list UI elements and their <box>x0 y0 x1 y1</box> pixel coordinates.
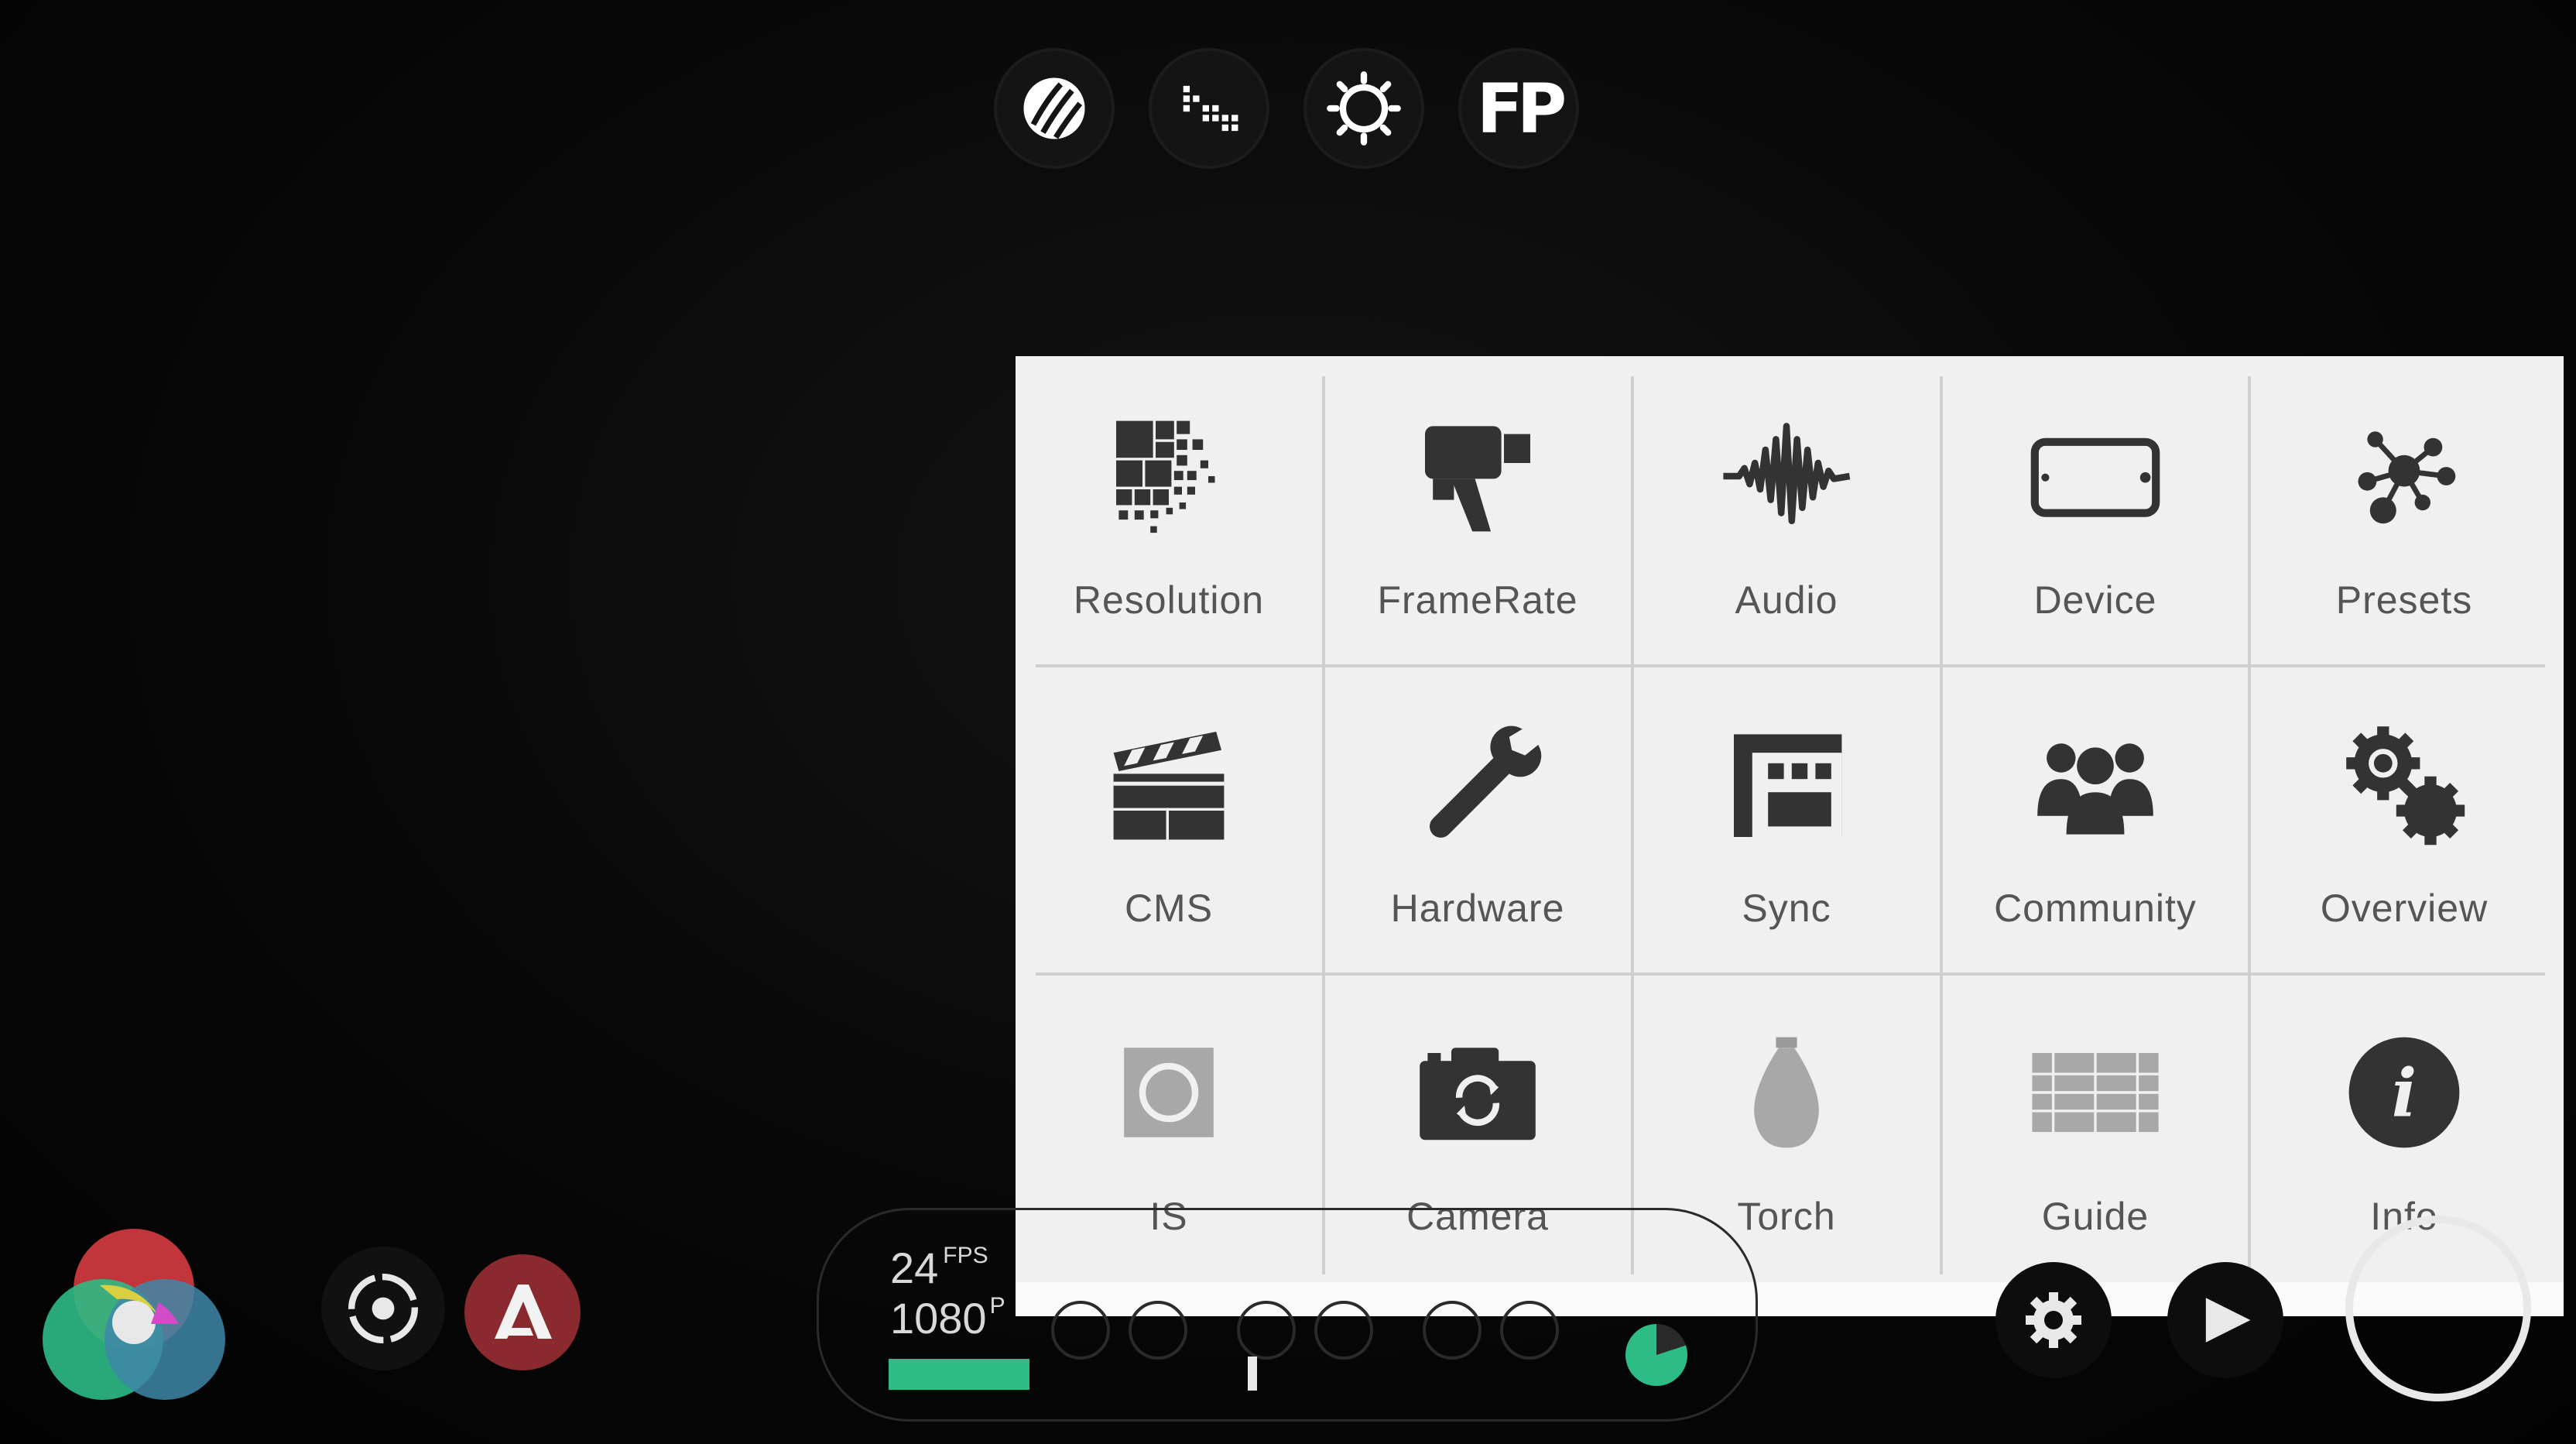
indicator-ring <box>1237 1301 1296 1360</box>
settings-menu-panel: Resolution FrameRate Audio Device Preset… <box>1016 356 2564 1316</box>
settings-button[interactable] <box>1995 1262 2112 1378</box>
indicator-ring <box>1129 1301 1187 1360</box>
menu-item-sync[interactable]: Sync <box>1633 664 1940 971</box>
menu-item-framerate[interactable]: FrameRate <box>1324 356 1631 663</box>
menu-item-label: FrameRate <box>1377 578 1578 622</box>
false-color-button[interactable] <box>1149 48 1269 169</box>
playback-button[interactable] <box>2167 1262 2283 1378</box>
fps-value: 24 <box>890 1243 939 1292</box>
false-color-icon <box>1183 85 1238 132</box>
menu-item-guide[interactable]: Guide <box>1942 972 2249 1279</box>
focus-target-icon <box>348 1274 418 1343</box>
sync-icon <box>1734 734 1842 837</box>
menu-item-device[interactable]: Device <box>1942 356 2249 663</box>
menu-item-presets[interactable]: Presets <box>2251 356 2557 663</box>
zebra-button[interactable] <box>994 48 1115 169</box>
fp-button[interactable]: FP <box>1458 48 1579 169</box>
record-button[interactable] <box>2345 1216 2531 1401</box>
zebra-icon <box>1023 77 1085 139</box>
torch-icon <box>1754 1037 1819 1148</box>
menu-item-label: Sync <box>1742 887 1831 930</box>
auto-a-icon <box>495 1285 552 1339</box>
fps-unit: FPS <box>943 1243 988 1268</box>
info-icon: i <box>2348 1037 2460 1148</box>
indicator-ring <box>1500 1301 1559 1360</box>
resolution-value: 1080 <box>890 1294 987 1343</box>
menu-item-overview[interactable]: Overview <box>2251 664 2557 971</box>
level-marker <box>1248 1357 1257 1391</box>
resolution-readout[interactable]: 1080 P <box>890 1293 1005 1343</box>
auto-mode-button[interactable] <box>464 1254 581 1370</box>
presets-icon <box>2358 431 2456 524</box>
camcorder-icon <box>1425 426 1530 532</box>
menu-item-label: CMS <box>1124 887 1214 930</box>
people-icon <box>2037 743 2153 835</box>
menu-item-audio[interactable]: Audio <box>1633 356 1940 663</box>
play-icon <box>2205 1298 2251 1343</box>
menu-item-label: Resolution <box>1073 578 1265 622</box>
waveform-icon <box>1723 423 1851 525</box>
menu-item-cms[interactable]: CMS <box>1016 664 1322 971</box>
wrench-icon <box>1429 725 1542 838</box>
menu-item-label: Device <box>2033 578 2157 622</box>
menu-item-label: Hardware <box>1390 887 1565 930</box>
indicator-ring <box>1423 1301 1482 1360</box>
resolution-unit: P <box>989 1293 1005 1319</box>
menu-item-label: Community <box>1994 887 2197 930</box>
grid-guide-icon <box>2032 1053 2159 1132</box>
audio-level-bar <box>889 1359 1029 1390</box>
gear-icon <box>2026 1292 2081 1348</box>
color-mixer-icon[interactable] <box>43 1216 244 1417</box>
clapperboard-icon <box>1113 732 1225 840</box>
storage-pie-indicator <box>1625 1324 1687 1386</box>
stabilizer-icon <box>1124 1048 1214 1137</box>
gears-icon <box>2346 726 2465 845</box>
fps-readout[interactable]: 24 FPS <box>890 1243 988 1293</box>
menu-item-label: Presets <box>2335 578 2473 622</box>
resolution-icon <box>1116 420 1215 533</box>
svg-text:i: i <box>2392 1055 2417 1133</box>
menu-item-label: Audio <box>1735 578 1838 622</box>
indicator-ring <box>1051 1301 1110 1360</box>
menu-item-community[interactable]: Community <box>1942 664 2249 971</box>
fp-icon: FP <box>1476 68 1567 149</box>
menu-item-label: Overview <box>2320 887 2489 930</box>
camera-switch-icon <box>1420 1048 1536 1140</box>
menu-item-resolution[interactable]: Resolution <box>1016 356 1322 663</box>
device-icon <box>2030 437 2160 517</box>
focus-target-button[interactable] <box>321 1247 445 1370</box>
indicator-ring <box>1314 1301 1373 1360</box>
menu-item-hardware[interactable]: Hardware <box>1324 664 1631 971</box>
menu-item-label: Guide <box>2041 1195 2150 1238</box>
exposure-icon <box>1327 71 1401 146</box>
exposure-button[interactable] <box>1303 48 1424 169</box>
